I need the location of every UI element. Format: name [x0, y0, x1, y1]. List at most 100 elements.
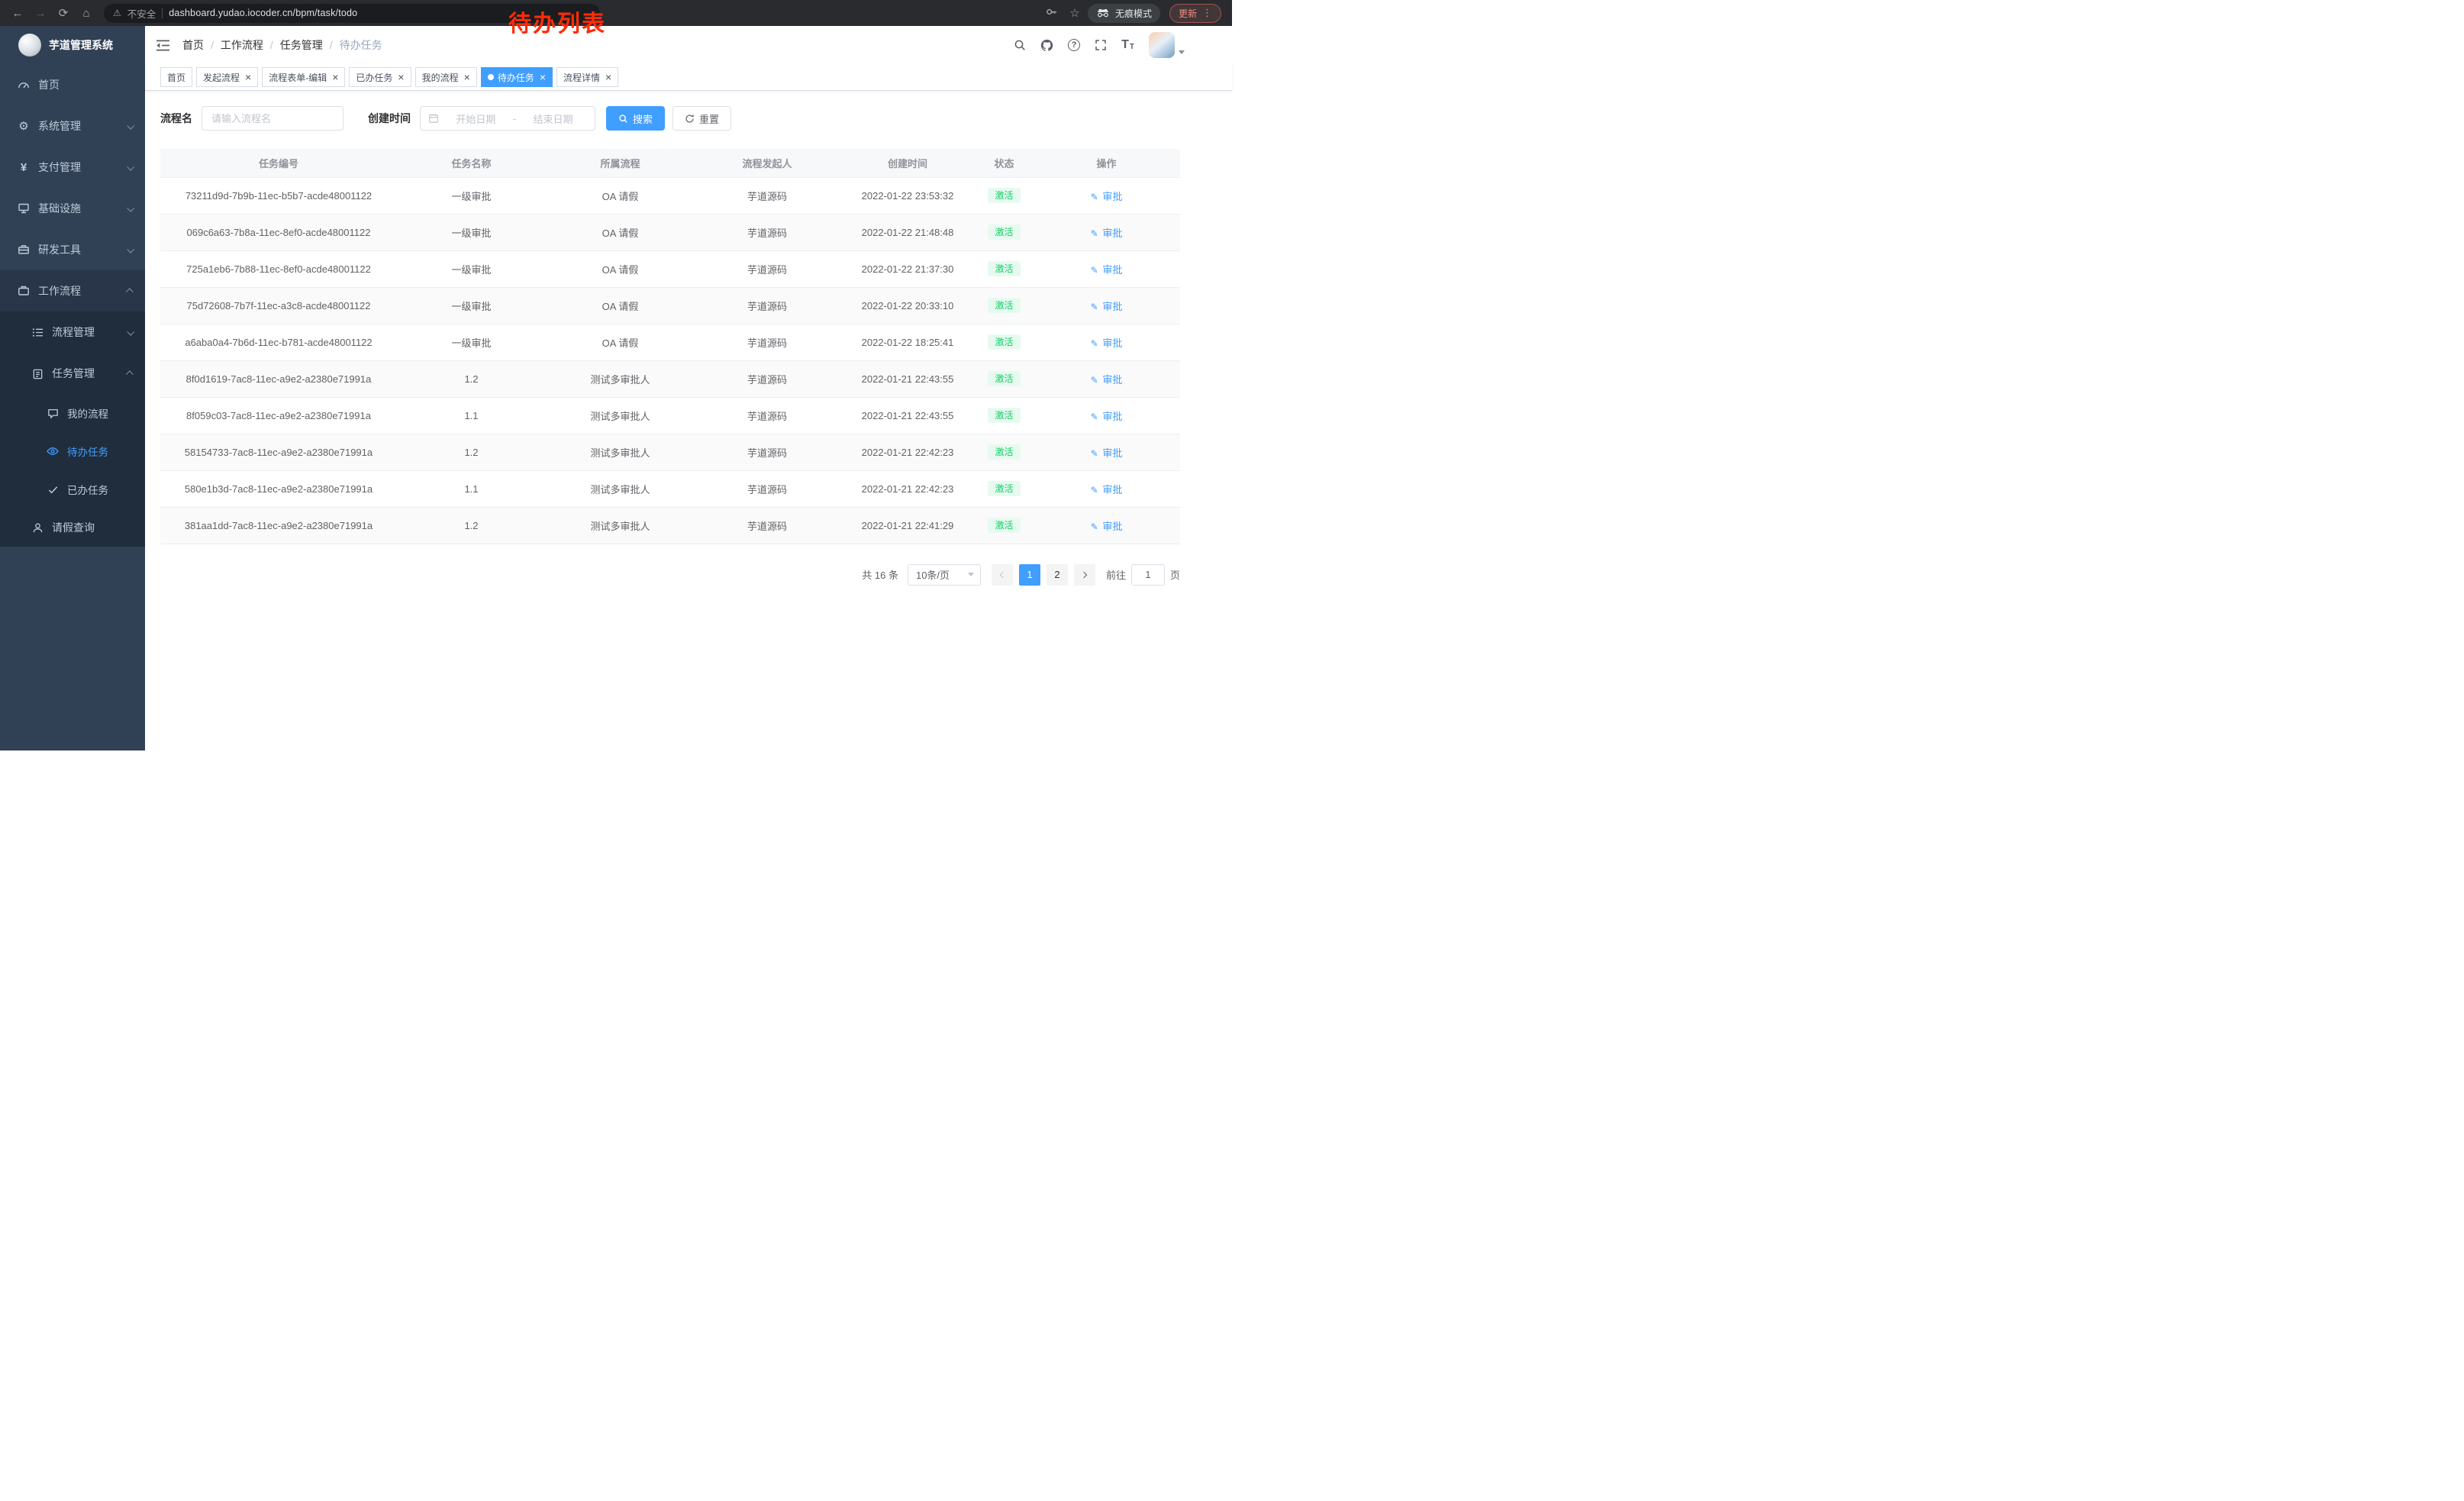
chevron-down-icon — [127, 204, 134, 211]
tab-待办任务[interactable]: 待办任务× — [481, 67, 553, 87]
navbar-actions — [1014, 32, 1185, 58]
tab-close-icon[interactable]: × — [332, 72, 338, 82]
warning-icon: ⚠ — [113, 8, 121, 18]
edit-icon: ✎ — [1091, 338, 1098, 349]
avatar[interactable] — [1149, 32, 1175, 58]
font-size-icon[interactable] — [1121, 39, 1134, 51]
approve-button[interactable]: ✎ 审批 — [1091, 484, 1123, 495]
created-time-cell: 2022-01-21 22:42:23 — [840, 434, 976, 470]
initiator-cell: 芋道源码 — [695, 397, 840, 434]
breadcrumb: 首页 / 工作流程 / 任务管理 / 待办任务 — [182, 37, 382, 53]
process-cell: 测试多审批人 — [546, 507, 695, 544]
chevron-down-icon — [127, 245, 134, 253]
tab-已办任务[interactable]: 已办任务× — [349, 67, 411, 87]
address-bar[interactable]: ⚠ 不安全 dashboard.yudao.iocoder.cn/bpm/tas… — [104, 4, 600, 23]
reset-button[interactable]: 重置 — [672, 106, 731, 131]
tab-close-icon[interactable]: × — [398, 72, 404, 82]
tab-我的流程[interactable]: 我的流程× — [415, 67, 477, 87]
edit-icon: ✎ — [1091, 485, 1098, 495]
tab-close-icon[interactable]: × — [540, 72, 546, 82]
breadcrumb-item-task-management[interactable]: 任务管理 — [280, 37, 323, 53]
table-row: 8f0d1619-7ac8-11ec-a9e2-a2380e71991a1.2测… — [160, 360, 1180, 397]
edit-icon: ✎ — [1091, 375, 1098, 386]
tab-close-icon[interactable]: × — [245, 72, 251, 82]
back-icon[interactable]: ← — [8, 8, 27, 19]
tab-close-icon[interactable]: × — [464, 72, 470, 82]
github-icon[interactable] — [1040, 39, 1053, 52]
approve-button[interactable]: ✎ 审批 — [1091, 447, 1123, 459]
approve-button[interactable]: ✎ 审批 — [1091, 337, 1123, 349]
approve-button[interactable]: ✎ 审批 — [1091, 521, 1123, 532]
key-icon[interactable] — [1042, 6, 1062, 20]
status-badge: 激活 — [988, 444, 1020, 460]
sidebar-item-task-management[interactable]: 任务管理 — [0, 353, 145, 394]
forward-icon[interactable]: → — [31, 8, 50, 19]
process-cell: OA 请假 — [546, 214, 695, 250]
task-id-cell: 73211d9d-7b9b-11ec-b5b7-acde48001122 — [160, 177, 397, 214]
sidebar-item-leave-query[interactable]: 请假查询 — [0, 508, 145, 547]
table-row: 58154733-7ac8-11ec-a9e2-a2380e71991a1.2测… — [160, 434, 1180, 470]
tab-close-icon[interactable]: × — [605, 72, 611, 82]
sidebar-item-my-process[interactable]: 我的流程 — [0, 394, 145, 432]
refresh-icon[interactable]: ⟳ — [53, 8, 73, 19]
sidebar-item-todo-tasks[interactable]: 待办任务 — [0, 432, 145, 470]
app-title: 芋道管理系统 — [49, 37, 113, 53]
column-header-initiator: 流程发起人 — [695, 149, 840, 177]
sidebar-item-done-tasks[interactable]: 已办任务 — [0, 470, 145, 508]
tab-发起流程[interactable]: 发起流程× — [196, 67, 258, 87]
user-menu[interactable] — [1149, 32, 1185, 58]
fullscreen-icon[interactable] — [1095, 39, 1107, 51]
sidebar-item-payment[interactable]: ¥ 支付管理 — [0, 147, 145, 188]
breadcrumb-item-home[interactable]: 首页 — [182, 37, 204, 53]
approve-button[interactable]: ✎ 审批 — [1091, 411, 1123, 422]
update-button[interactable]: 更新 ⋮ — [1169, 4, 1221, 23]
search-icon[interactable] — [1014, 39, 1026, 51]
approve-button[interactable]: ✎ 审批 — [1091, 191, 1123, 202]
incognito-label: 无痕模式 — [1115, 7, 1152, 20]
breadcrumb-item-workflow[interactable]: 工作流程 — [221, 37, 263, 53]
date-range-picker[interactable]: 开始日期 - 结束日期 — [420, 106, 595, 131]
page-button-2[interactable]: 2 — [1047, 564, 1068, 586]
approve-button[interactable]: ✎ 审批 — [1091, 374, 1123, 386]
status-badge: 激活 — [988, 408, 1020, 423]
tab-流程详情[interactable]: 流程详情× — [556, 67, 618, 87]
search-button[interactable]: 搜索 — [606, 106, 665, 131]
range-separator: - — [513, 113, 516, 124]
approve-button[interactable]: ✎ 审批 — [1091, 264, 1123, 276]
approve-button[interactable]: ✎ 审批 — [1091, 228, 1123, 239]
breadcrumb-item-current: 待办任务 — [340, 37, 382, 53]
hamburger-icon[interactable] — [156, 39, 170, 52]
sidebar-item-devtools[interactable]: 研发工具 — [0, 229, 145, 270]
sidebar-item-process-management[interactable]: 流程管理 — [0, 311, 145, 353]
edit-icon: ✎ — [1091, 521, 1098, 532]
task-name-cell: 一级审批 — [397, 214, 546, 250]
app-logo[interactable]: 芋道管理系统 — [0, 26, 145, 64]
goto-page-input[interactable] — [1131, 564, 1165, 586]
action-cell: ✎ 审批 — [1033, 360, 1180, 397]
next-page-button[interactable] — [1074, 564, 1095, 586]
tab-label: 首页 — [167, 71, 185, 84]
sidebar-item-home[interactable]: 首页 — [0, 64, 145, 105]
start-date-placeholder[interactable]: 开始日期 — [442, 111, 510, 126]
end-date-placeholder[interactable]: 结束日期 — [519, 111, 587, 126]
breadcrumb-separator: / — [270, 39, 273, 51]
browser-menu-icon[interactable]: ⋮ — [1202, 7, 1212, 19]
status-cell: 激活 — [976, 324, 1033, 360]
sidebar-item-workflow[interactable]: 工作流程 — [0, 270, 145, 311]
tab-首页[interactable]: 首页 — [160, 67, 192, 87]
task-id-cell: 580e1b3d-7ac8-11ec-a9e2-a2380e71991a — [160, 470, 397, 507]
tab-流程表单-编辑[interactable]: 流程表单-编辑× — [262, 67, 345, 87]
help-icon[interactable] — [1068, 39, 1080, 51]
page-size-select[interactable]: 10条/页 — [908, 564, 981, 586]
monitor-icon — [17, 202, 31, 215]
process-name-input[interactable] — [202, 106, 343, 131]
sidebar-item-system[interactable]: ⚙ 系统管理 — [0, 105, 145, 147]
prev-page-button[interactable] — [992, 564, 1013, 586]
home-icon[interactable]: ⌂ — [76, 8, 96, 19]
page-button-1[interactable]: 1 — [1019, 564, 1040, 586]
status-cell: 激活 — [976, 507, 1033, 544]
sidebar-item-infrastructure[interactable]: 基础设施 — [0, 188, 145, 229]
status-badge: 激活 — [988, 518, 1020, 533]
bookmark-star-icon[interactable]: ☆ — [1065, 8, 1085, 19]
approve-button[interactable]: ✎ 审批 — [1091, 301, 1123, 312]
